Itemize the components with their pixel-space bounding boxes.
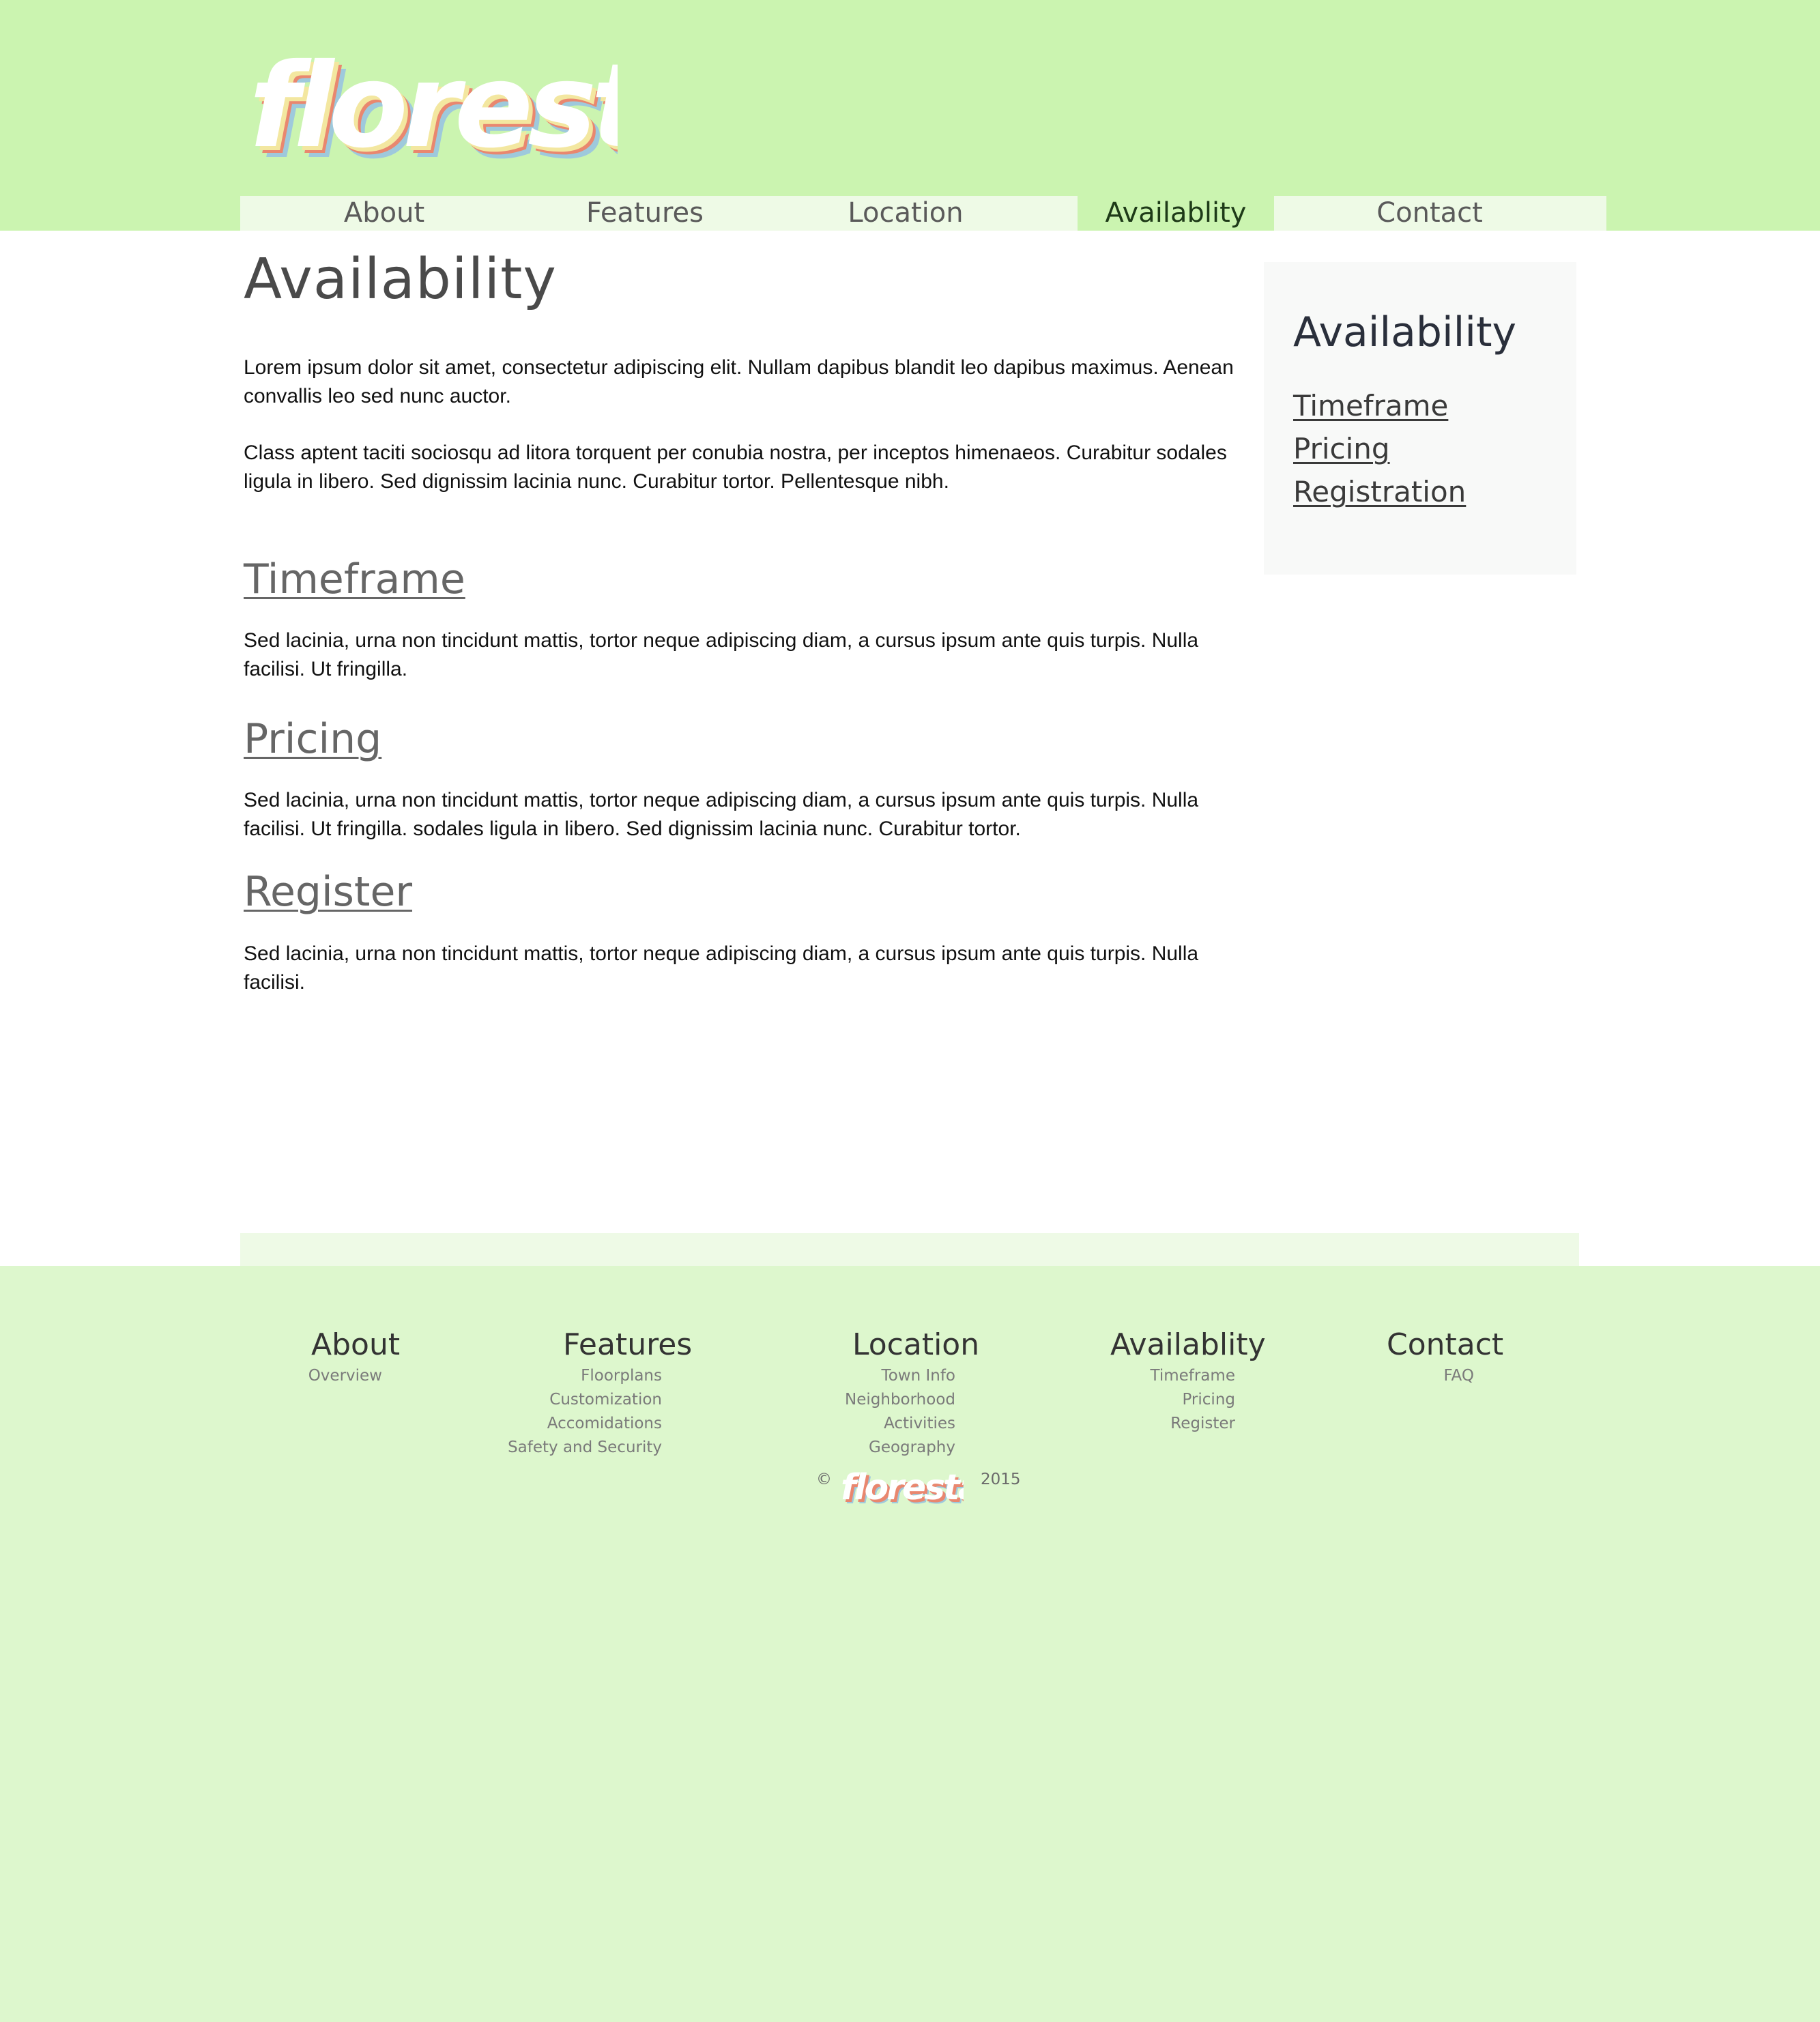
page-title: Availability (244, 247, 557, 312)
sidebar-link-timeframe[interactable]: Timeframe (1293, 389, 1448, 422)
footer-divider-strip (240, 1233, 1579, 1266)
footer-link[interactable]: Pricing (1182, 1391, 1235, 1409)
footer-title-features[interactable]: Features (563, 1327, 692, 1362)
footer-logo-text: floresta (841, 1467, 964, 1508)
footer-link[interactable]: Geography (869, 1439, 955, 1456)
footer-title-availability[interactable]: Availablity (1110, 1327, 1266, 1362)
section-title-timeframe[interactable]: Timeframe (244, 555, 465, 603)
copyright-symbol: © (816, 1471, 832, 1488)
nav-item-contact[interactable]: Contact (1358, 196, 1501, 231)
footer-link[interactable]: Overview (308, 1367, 382, 1385)
section-body-timeframe: Sed lacinia, urna non tincidunt mattis, … (244, 629, 1199, 680)
floresta-logo[interactable]: floresta floresta floresta floresta (249, 27, 618, 191)
sidebar-link-registration[interactable]: Registration (1293, 475, 1466, 508)
footer-link[interactable]: Neighborhood (845, 1391, 955, 1409)
nav-item-about[interactable]: About (316, 196, 452, 231)
footer-link[interactable]: Timeframe (1151, 1367, 1236, 1385)
section-body-register: Sed lacinia, urna non tincidunt mattis, … (244, 942, 1199, 994)
nav-item-location[interactable]: Location (834, 196, 977, 231)
section-title-pricing[interactable]: Pricing (244, 715, 381, 763)
footer-link[interactable]: Accomidations (547, 1415, 662, 1432)
section-title-register[interactable]: Register (244, 868, 412, 916)
footer-link[interactable]: Customization (549, 1391, 662, 1409)
footer-link[interactable]: Floorplans (581, 1367, 662, 1385)
footer-link[interactable]: FAQ (1443, 1367, 1474, 1385)
footer-floresta-logo: floresta floresta floresta (841, 1467, 964, 1512)
footer-title-location[interactable]: Location (852, 1327, 979, 1362)
footer-link[interactable]: Activities (884, 1415, 955, 1432)
intro-paragraph: Lorem ipsum dolor sit amet, consectetur … (244, 356, 1234, 407)
nav-item-availability[interactable]: Availablity (1078, 196, 1274, 233)
section-body-pricing: Sed lacinia, urna non tincidunt mattis, … (244, 789, 1199, 840)
footer-title-about[interactable]: About (311, 1327, 400, 1362)
nav-item-features[interactable]: Features (573, 196, 717, 231)
footer-link[interactable]: Town Info (882, 1367, 955, 1385)
sidebar-title: Availability (1293, 308, 1517, 356)
footer-title-contact[interactable]: Contact (1387, 1327, 1503, 1362)
footer-link[interactable]: Safety and Security (508, 1439, 662, 1456)
logo-text: floresta (249, 39, 618, 174)
sidebar-link-pricing[interactable]: Pricing (1293, 432, 1390, 465)
copyright-year: 2015 (981, 1471, 1021, 1488)
footer-link[interactable]: Register (1170, 1415, 1235, 1432)
intro-paragraph: Class aptent taciti sociosqu ad litora t… (244, 442, 1227, 493)
